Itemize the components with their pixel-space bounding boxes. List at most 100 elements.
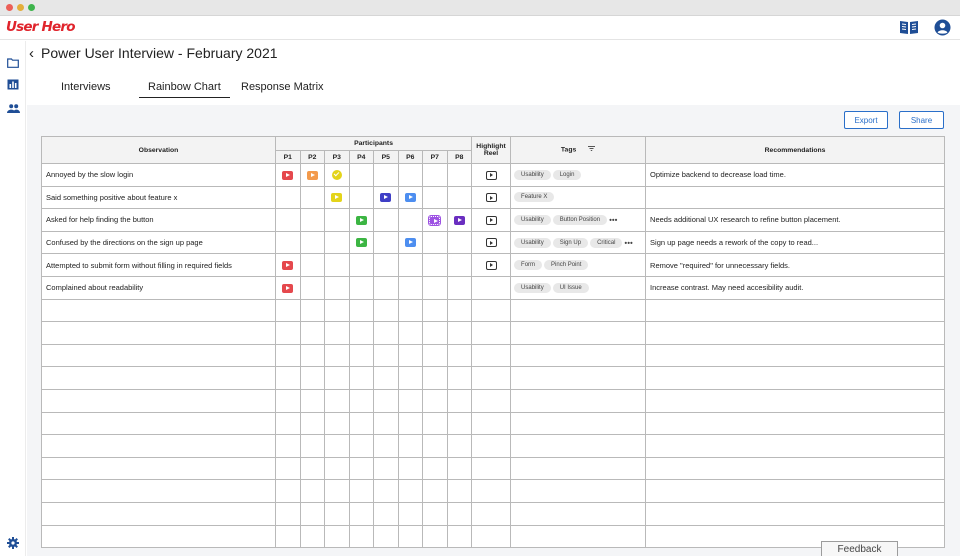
empty-cell[interactable] <box>348 298 374 323</box>
tag-chip[interactable]: Feature X <box>514 192 555 203</box>
participant-cell[interactable] <box>348 185 374 210</box>
empty-cell[interactable] <box>446 501 473 526</box>
empty-cell[interactable] <box>645 321 946 345</box>
empty-cell[interactable] <box>324 388 350 413</box>
empty-cell[interactable] <box>373 456 399 481</box>
gear-icon[interactable] <box>7 536 19 554</box>
recommendation-cell[interactable]: Sign up page needs a rework of the copy … <box>645 230 946 255</box>
empty-cell[interactable] <box>645 411 946 436</box>
empty-cell[interactable] <box>299 524 325 549</box>
highlight-cell[interactable] <box>471 208 512 232</box>
clip-chip[interactable] <box>453 215 465 225</box>
empty-cell[interactable] <box>275 479 301 503</box>
highlight-cell[interactable] <box>471 253 512 277</box>
play-icon[interactable] <box>485 193 497 203</box>
clip-chip[interactable] <box>404 238 416 248</box>
empty-cell[interactable] <box>645 456 946 481</box>
empty-cell[interactable] <box>446 434 473 458</box>
empty-cell[interactable] <box>299 321 325 345</box>
empty-cell[interactable] <box>373 321 399 345</box>
play-icon[interactable] <box>485 215 497 225</box>
participant-cell[interactable] <box>397 208 423 232</box>
empty-cell[interactable] <box>324 479 350 503</box>
empty-cell[interactable] <box>446 388 473 413</box>
empty-cell[interactable] <box>324 343 350 368</box>
empty-cell[interactable] <box>299 366 325 390</box>
empty-cell[interactable] <box>446 456 473 481</box>
participant-cell[interactable] <box>324 163 350 187</box>
empty-cell[interactable] <box>510 524 647 549</box>
empty-cell[interactable] <box>397 388 423 413</box>
participant-cell[interactable] <box>348 230 374 255</box>
empty-cell[interactable] <box>41 456 276 481</box>
empty-cell[interactable] <box>510 321 647 345</box>
empty-cell[interactable] <box>41 298 276 323</box>
clip-chip[interactable] <box>355 238 367 248</box>
feedback-button[interactable]: Feedback <box>821 541 898 556</box>
share-button[interactable]: Share <box>899 111 944 129</box>
highlight-cell[interactable] <box>471 230 512 255</box>
clip-chip[interactable] <box>282 283 294 293</box>
empty-cell[interactable] <box>299 411 325 436</box>
empty-cell[interactable] <box>275 524 301 549</box>
participant-cell[interactable] <box>446 163 473 187</box>
empty-cell[interactable] <box>41 524 276 549</box>
empty-cell[interactable] <box>275 434 301 458</box>
empty-cell[interactable] <box>397 501 423 526</box>
tag-chip[interactable]: Button Position <box>552 214 608 225</box>
empty-cell[interactable] <box>422 321 448 345</box>
empty-cell[interactable] <box>373 524 399 549</box>
empty-cell[interactable] <box>299 456 325 481</box>
observation-cell[interactable]: Confused by the directions on the sign u… <box>41 230 276 255</box>
empty-cell[interactable] <box>275 411 301 436</box>
participant-cell[interactable] <box>422 185 448 210</box>
empty-cell[interactable] <box>471 434 512 458</box>
empty-cell[interactable] <box>373 343 399 368</box>
observation-cell[interactable]: Complained about readability <box>41 275 276 300</box>
book-icon[interactable] <box>899 19 919 40</box>
empty-cell[interactable] <box>397 411 423 436</box>
empty-cell[interactable] <box>324 434 350 458</box>
participant-cell[interactable] <box>373 208 399 232</box>
participant-cell[interactable] <box>422 275 448 300</box>
participant-cell[interactable] <box>397 185 423 210</box>
participant-cell[interactable] <box>422 163 448 187</box>
observation-cell[interactable]: Asked for help finding the button <box>41 208 276 232</box>
empty-cell[interactable] <box>446 411 473 436</box>
empty-cell[interactable] <box>348 456 374 481</box>
participant-cell[interactable] <box>348 253 374 277</box>
window-close-button[interactable] <box>6 4 13 11</box>
empty-cell[interactable] <box>41 321 276 345</box>
participant-cell[interactable] <box>324 253 350 277</box>
participant-cell[interactable] <box>446 253 473 277</box>
recommendation-cell[interactable]: Remove "required" for unnecessary fields… <box>645 253 946 277</box>
empty-cell[interactable] <box>422 501 448 526</box>
empty-cell[interactable] <box>275 388 301 413</box>
empty-cell[interactable] <box>41 501 276 526</box>
participant-cell[interactable] <box>422 208 448 232</box>
empty-cell[interactable] <box>275 456 301 481</box>
empty-cell[interactable] <box>471 524 512 549</box>
participant-cell[interactable] <box>373 163 399 187</box>
empty-cell[interactable] <box>645 388 946 413</box>
empty-cell[interactable] <box>471 343 512 368</box>
empty-cell[interactable] <box>41 366 276 390</box>
highlight-cell[interactable] <box>471 275 512 300</box>
check-icon[interactable] <box>331 169 342 180</box>
empty-cell[interactable] <box>275 343 301 368</box>
recommendation-cell[interactable]: Increase contrast. May need accesibility… <box>645 275 946 300</box>
participant-cell[interactable] <box>348 208 374 232</box>
chart-icon[interactable] <box>7 77 19 95</box>
participant-cell[interactable] <box>299 208 325 232</box>
tag-chip[interactable]: Sign Up <box>552 237 589 248</box>
window-maximize-button[interactable] <box>28 4 35 11</box>
empty-cell[interactable] <box>471 366 512 390</box>
play-icon[interactable] <box>485 238 497 248</box>
empty-cell[interactable] <box>422 456 448 481</box>
empty-cell[interactable] <box>373 479 399 503</box>
empty-cell[interactable] <box>510 343 647 368</box>
empty-cell[interactable] <box>510 434 647 458</box>
empty-cell[interactable] <box>397 456 423 481</box>
participant-cell[interactable] <box>324 185 350 210</box>
empty-cell[interactable] <box>324 298 350 323</box>
